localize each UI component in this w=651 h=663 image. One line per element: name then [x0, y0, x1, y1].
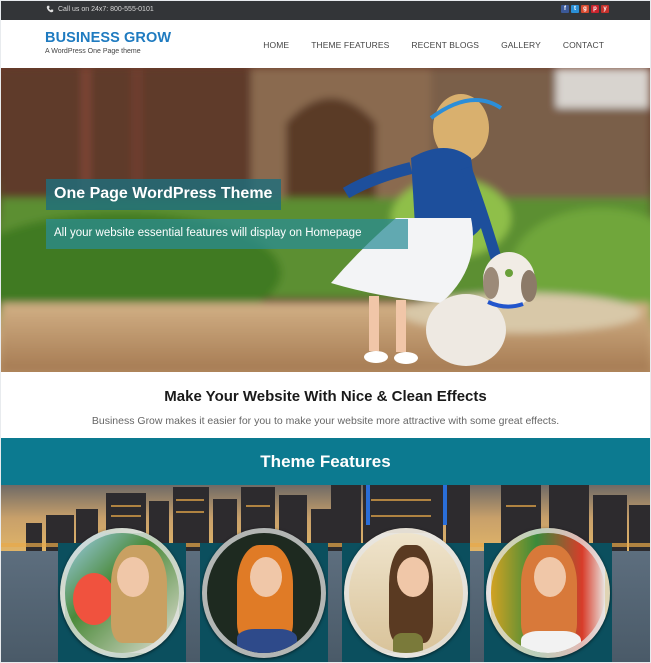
- page-frame: Call us on 24x7: 800-555-0101 f t g p y …: [1, 1, 650, 662]
- feature-portrait-1[interactable]: [60, 528, 184, 658]
- call-info: Call us on 24x7: 800-555-0101: [46, 5, 154, 13]
- features-heading: Theme Features: [260, 452, 391, 471]
- logo-title[interactable]: BUSINESS GROW: [45, 30, 171, 46]
- facebook-icon[interactable]: f: [561, 5, 569, 13]
- social-links: f t g p y: [561, 5, 609, 13]
- phone-icon: [46, 5, 54, 13]
- feature-portrait-2[interactable]: [202, 528, 326, 658]
- hero-subtitle: All your website essential features will…: [54, 227, 362, 239]
- nav-contact[interactable]: CONTACT: [563, 40, 604, 50]
- intro-heading: Make Your Website With Nice & Clean Effe…: [164, 388, 487, 405]
- nav-gallery[interactable]: GALLERY: [501, 40, 541, 50]
- intro-text: Business Grow makes it easier for you to…: [91, 415, 560, 427]
- hero-subtitle-box: All your website essential features will…: [46, 219, 408, 249]
- hero-title: One Page WordPress Theme: [54, 185, 273, 202]
- nav-recent-blogs[interactable]: RECENT BLOGS: [411, 40, 479, 50]
- feature-portrait-3[interactable]: [344, 528, 468, 658]
- hero-slider: One Page WordPress Theme All your websit…: [1, 68, 650, 372]
- top-bar: Call us on 24x7: 800-555-0101 f t g p y: [1, 1, 650, 20]
- hero-title-box: One Page WordPress Theme: [46, 179, 281, 210]
- logo-subtitle: A WordPress One Page theme: [45, 48, 141, 55]
- site-header: BUSINESS GROW A WordPress One Page theme…: [1, 20, 650, 68]
- features-header: Theme Features: [1, 438, 650, 485]
- main-nav: HOME THEME FEATURES RECENT BLOGS GALLERY…: [241, 40, 604, 50]
- twitter-icon[interactable]: t: [571, 5, 579, 13]
- call-text: Call us on 24x7: 800-555-0101: [58, 5, 154, 13]
- google-plus-icon[interactable]: g: [581, 5, 589, 13]
- intro-section: Make Your Website With Nice & Clean Effe…: [1, 372, 650, 438]
- feature-portrait-4[interactable]: [486, 528, 610, 658]
- features-section: [1, 485, 650, 662]
- nav-home[interactable]: HOME: [263, 40, 289, 50]
- nav-theme-features[interactable]: THEME FEATURES: [311, 40, 389, 50]
- youtube-icon[interactable]: y: [601, 5, 609, 13]
- pinterest-icon[interactable]: p: [591, 5, 599, 13]
